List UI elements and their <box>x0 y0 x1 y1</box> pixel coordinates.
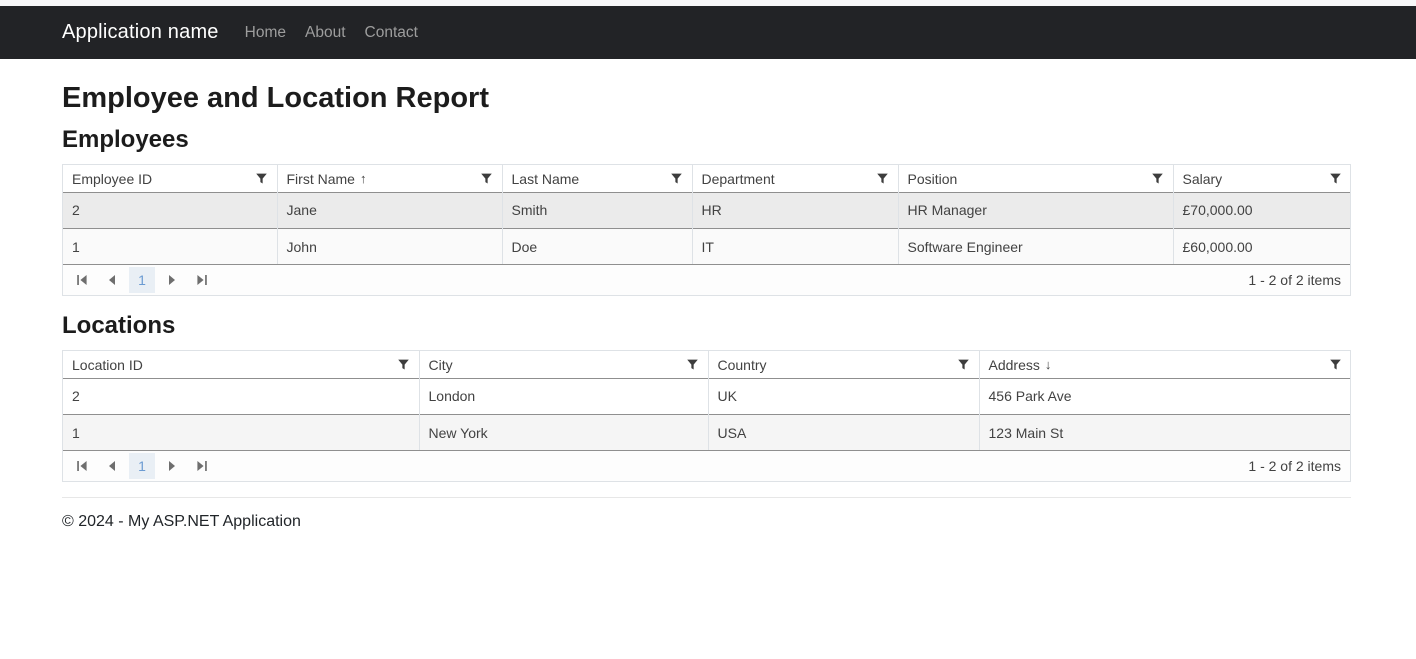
cell-employee-id: 1 <box>63 228 277 264</box>
employees-col-first-name[interactable]: First Name ↑ <box>277 165 502 192</box>
cell-last-name: Smith <box>502 192 692 228</box>
page-number-button[interactable]: 1 <box>129 267 155 293</box>
filter-icon[interactable] <box>253 170 271 188</box>
previous-page-button[interactable] <box>99 268 125 293</box>
filter-icon[interactable] <box>1149 170 1167 188</box>
column-title: Department <box>702 171 775 187</box>
navbar: Application name Home About Contact <box>0 6 1416 59</box>
first-page-button[interactable] <box>69 454 95 479</box>
column-title: Salary <box>1183 171 1223 187</box>
cell-location-id: 1 <box>63 414 419 450</box>
cell-address: 456 Park Ave <box>979 378 1350 414</box>
cell-address: 123 Main St <box>979 414 1350 450</box>
last-page-button[interactable] <box>189 454 215 479</box>
locations-grid: Location ID City Country <box>62 350 1351 482</box>
footer-divider <box>62 497 1351 498</box>
cell-salary: £70,000.00 <box>1173 192 1350 228</box>
cell-position: Software Engineer <box>898 228 1173 264</box>
table-row: 1 John Doe IT Software Engineer £60,000.… <box>63 228 1350 264</box>
employees-header-row: Employee ID First Name ↑ Last Na <box>63 165 1350 192</box>
locations-col-location-id[interactable]: Location ID <box>63 351 419 378</box>
cell-last-name: Doe <box>502 228 692 264</box>
filter-icon[interactable] <box>874 170 892 188</box>
sort-desc-icon: ↓ <box>1045 357 1052 372</box>
filter-icon[interactable] <box>668 170 686 188</box>
locations-pager: 1 1 - 2 of 2 items <box>63 450 1350 481</box>
column-title: Address <box>989 357 1040 373</box>
employees-col-last-name[interactable]: Last Name <box>502 165 692 192</box>
nav-link-contact[interactable]: Contact <box>365 24 418 42</box>
employees-col-salary[interactable]: Salary <box>1173 165 1350 192</box>
employees-heading: Employees <box>62 125 1351 155</box>
previous-page-button[interactable] <box>99 454 125 479</box>
next-page-button[interactable] <box>159 454 185 479</box>
first-page-button[interactable] <box>69 268 95 293</box>
employees-col-position[interactable]: Position <box>898 165 1173 192</box>
cell-country: USA <box>708 414 979 450</box>
cell-country: UK <box>708 378 979 414</box>
filter-icon[interactable] <box>395 356 413 374</box>
footer-copyright: © 2024 - My ASP.NET Application <box>62 513 1351 531</box>
nav-link-home[interactable]: Home <box>245 24 286 42</box>
pager-info: 1 - 2 of 2 items <box>1248 272 1341 288</box>
cell-location-id: 2 <box>63 378 419 414</box>
table-row: 2 Jane Smith HR HR Manager £70,000.00 <box>63 192 1350 228</box>
employees-grid: Employee ID First Name ↑ Last Na <box>62 164 1351 296</box>
cell-city: New York <box>419 414 708 450</box>
sort-asc-icon: ↑ <box>360 171 367 186</box>
table-row: 1 New York USA 123 Main St <box>63 414 1350 450</box>
filter-icon[interactable] <box>684 356 702 374</box>
main-content: Employee and Location Report Employees E… <box>62 80 1351 531</box>
column-title: Country <box>718 357 767 373</box>
next-page-button[interactable] <box>159 268 185 293</box>
page-number-button[interactable]: 1 <box>129 453 155 479</box>
locations-col-country[interactable]: Country <box>708 351 979 378</box>
cell-department: HR <box>692 192 898 228</box>
cell-employee-id: 2 <box>63 192 277 228</box>
filter-icon[interactable] <box>955 356 973 374</box>
last-page-button[interactable] <box>189 268 215 293</box>
pager-info: 1 - 2 of 2 items <box>1248 458 1341 474</box>
table-row: 2 London UK 456 Park Ave <box>63 378 1350 414</box>
column-title: Last Name <box>512 171 580 187</box>
column-title: Position <box>908 171 958 187</box>
cell-first-name: Jane <box>277 192 502 228</box>
cell-department: IT <box>692 228 898 264</box>
column-title: First Name <box>287 171 355 187</box>
nav-link-about[interactable]: About <box>305 24 346 42</box>
locations-heading: Locations <box>62 311 1351 341</box>
page-title: Employee and Location Report <box>62 80 1351 116</box>
locations-col-address[interactable]: Address ↓ <box>979 351 1350 378</box>
employees-col-employee-id[interactable]: Employee ID <box>63 165 277 192</box>
cell-first-name: John <box>277 228 502 264</box>
column-title: Location ID <box>72 357 143 373</box>
locations-header-row: Location ID City Country <box>63 351 1350 378</box>
app-brand-link[interactable]: Application name <box>62 21 219 44</box>
employees-col-department[interactable]: Department <box>692 165 898 192</box>
cell-position: HR Manager <box>898 192 1173 228</box>
filter-icon[interactable] <box>1326 356 1344 374</box>
filter-icon[interactable] <box>1326 170 1344 188</box>
column-title: Employee ID <box>72 171 152 187</box>
column-title: City <box>429 357 453 373</box>
cell-salary: £60,000.00 <box>1173 228 1350 264</box>
locations-col-city[interactable]: City <box>419 351 708 378</box>
cell-city: London <box>419 378 708 414</box>
filter-icon[interactable] <box>478 170 496 188</box>
employees-pager: 1 1 - 2 of 2 items <box>63 264 1350 295</box>
